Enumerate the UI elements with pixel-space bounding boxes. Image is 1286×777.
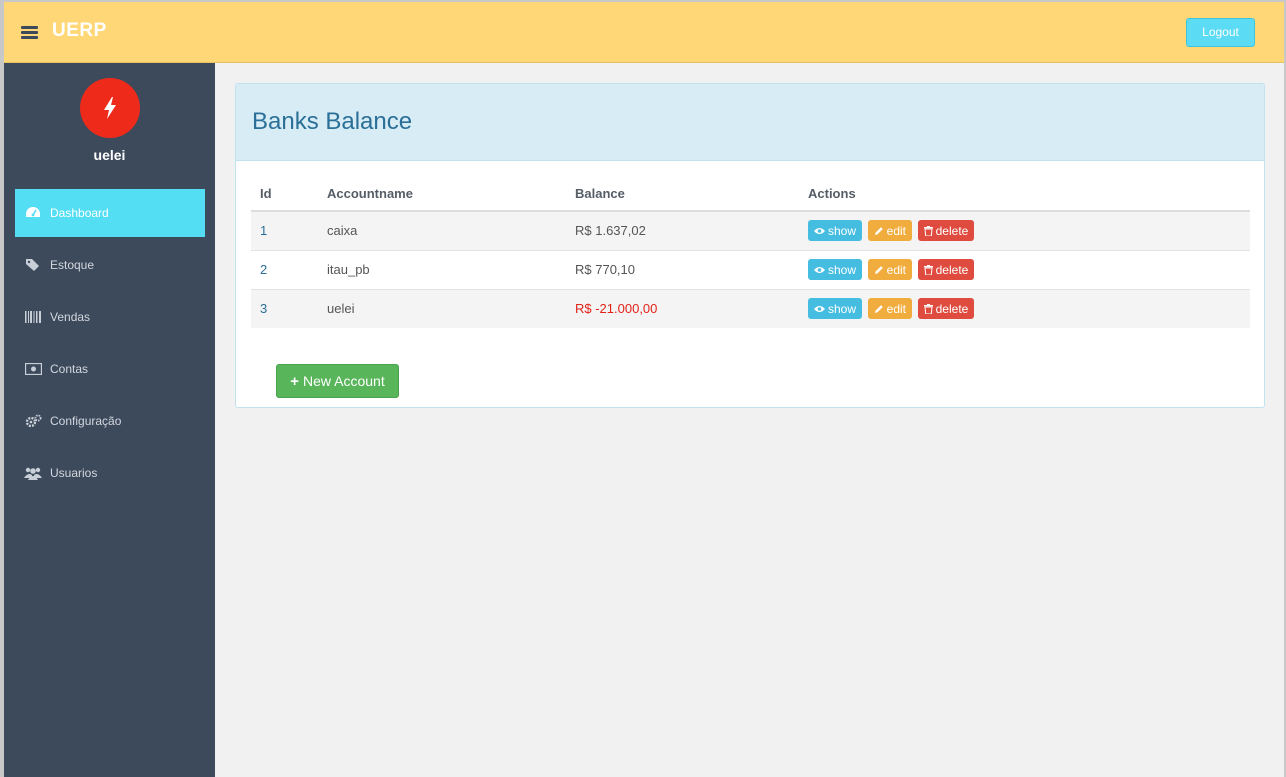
- trash-icon: [923, 264, 933, 275]
- sidebar-item-usuarios[interactable]: Usuarios: [15, 449, 205, 497]
- account-id: 1: [251, 210, 318, 250]
- table-row: 1 caixa R$ 1.637,02 show edit delete: [251, 210, 1250, 250]
- trash-icon: [923, 303, 933, 314]
- account-name: caixa: [318, 210, 566, 250]
- cogs-icon: [24, 414, 42, 428]
- account-id: 2: [251, 249, 318, 289]
- delete-button[interactable]: delete: [917, 259, 975, 280]
- barcode-icon: [24, 310, 42, 324]
- column-header-accountname[interactable]: Accountname: [318, 176, 566, 212]
- column-header-balance[interactable]: Balance: [566, 176, 799, 212]
- column-header-actions: Actions: [799, 176, 1250, 212]
- plus-icon: +: [290, 372, 300, 390]
- dashboard-icon: [24, 206, 42, 220]
- sidebar-item-label: Dashboard: [50, 206, 109, 220]
- brand-logo[interactable]: UERP: [52, 20, 107, 42]
- account-balance: R$ -21.000,00: [566, 288, 799, 328]
- row-actions: show edit delete: [799, 210, 1250, 250]
- tags-icon: [24, 258, 42, 272]
- sidebar-item-estoque[interactable]: Estoque: [15, 241, 205, 289]
- table-header-row: Id Accountname Balance Actions: [251, 176, 1250, 212]
- sidebar-item-label: Configuração: [50, 414, 122, 428]
- edit-button[interactable]: edit: [867, 220, 912, 242]
- money-icon: [24, 362, 42, 376]
- sidebar-item-label: Vendas: [50, 310, 91, 324]
- sidebar-item-label: Contas: [50, 362, 89, 376]
- show-button[interactable]: show: [808, 220, 863, 242]
- column-header-id[interactable]: Id: [251, 176, 318, 212]
- users-icon: [24, 466, 42, 480]
- table-row: 3 uelei R$ -21.000,00 show edit delete: [251, 288, 1250, 328]
- sidebar: uelei Dashboard Estoque Vendas Contas Co…: [4, 63, 215, 777]
- row-actions: show edit delete: [799, 249, 1250, 289]
- lightning-bolt-icon: [104, 97, 116, 119]
- pencil-icon: [874, 304, 884, 314]
- logout-button[interactable]: Logout: [1186, 18, 1255, 47]
- avatar: [80, 78, 140, 138]
- eye-icon: [814, 305, 825, 313]
- table-row: 2 itau_pb R$ 770,10 show edit delete: [251, 249, 1250, 289]
- pencil-icon: [874, 226, 884, 236]
- app-window: UERP Logout uelei Dashboard Estoque Vend…: [4, 2, 1284, 777]
- sidebar-item-label: Usuarios: [50, 466, 98, 480]
- row-actions: show edit delete: [799, 288, 1250, 328]
- sidebar-item-label: Estoque: [50, 258, 95, 272]
- show-button[interactable]: show: [808, 259, 863, 280]
- delete-button[interactable]: delete: [917, 220, 975, 242]
- sidebar-item-vendas[interactable]: Vendas: [15, 293, 205, 341]
- edit-button[interactable]: edit: [867, 298, 912, 320]
- account-name: itau_pb: [318, 249, 566, 289]
- account-id: 3: [251, 288, 318, 328]
- new-account-button[interactable]: + New Account: [276, 364, 399, 398]
- sidebar-item-contas[interactable]: Contas: [15, 345, 205, 393]
- account-name: uelei: [318, 288, 566, 328]
- account-balance: R$ 1.637,02: [566, 210, 799, 250]
- trash-icon: [923, 225, 933, 236]
- page-title: Banks Balance: [252, 108, 413, 135]
- banks-balance-panel: Banks Balance Id Accountname Balance Act…: [235, 83, 1265, 408]
- username: uelei: [93, 147, 126, 163]
- eye-icon: [814, 227, 825, 235]
- delete-button[interactable]: delete: [917, 298, 975, 320]
- show-button[interactable]: show: [808, 298, 863, 320]
- menu-toggle-icon[interactable]: [21, 26, 38, 39]
- pencil-icon: [874, 265, 884, 275]
- sidebar-item-configuracao[interactable]: Configuração: [15, 397, 205, 445]
- panel-header: Banks Balance: [236, 84, 1264, 161]
- account-balance: R$ 770,10: [566, 249, 799, 289]
- top-bar: UERP Logout: [4, 2, 1284, 63]
- edit-button[interactable]: edit: [867, 259, 912, 280]
- sidebar-item-dashboard[interactable]: Dashboard: [15, 189, 205, 237]
- eye-icon: [814, 266, 825, 274]
- accounts-table: Id Accountname Balance Actions 1 caixa R…: [251, 176, 1250, 328]
